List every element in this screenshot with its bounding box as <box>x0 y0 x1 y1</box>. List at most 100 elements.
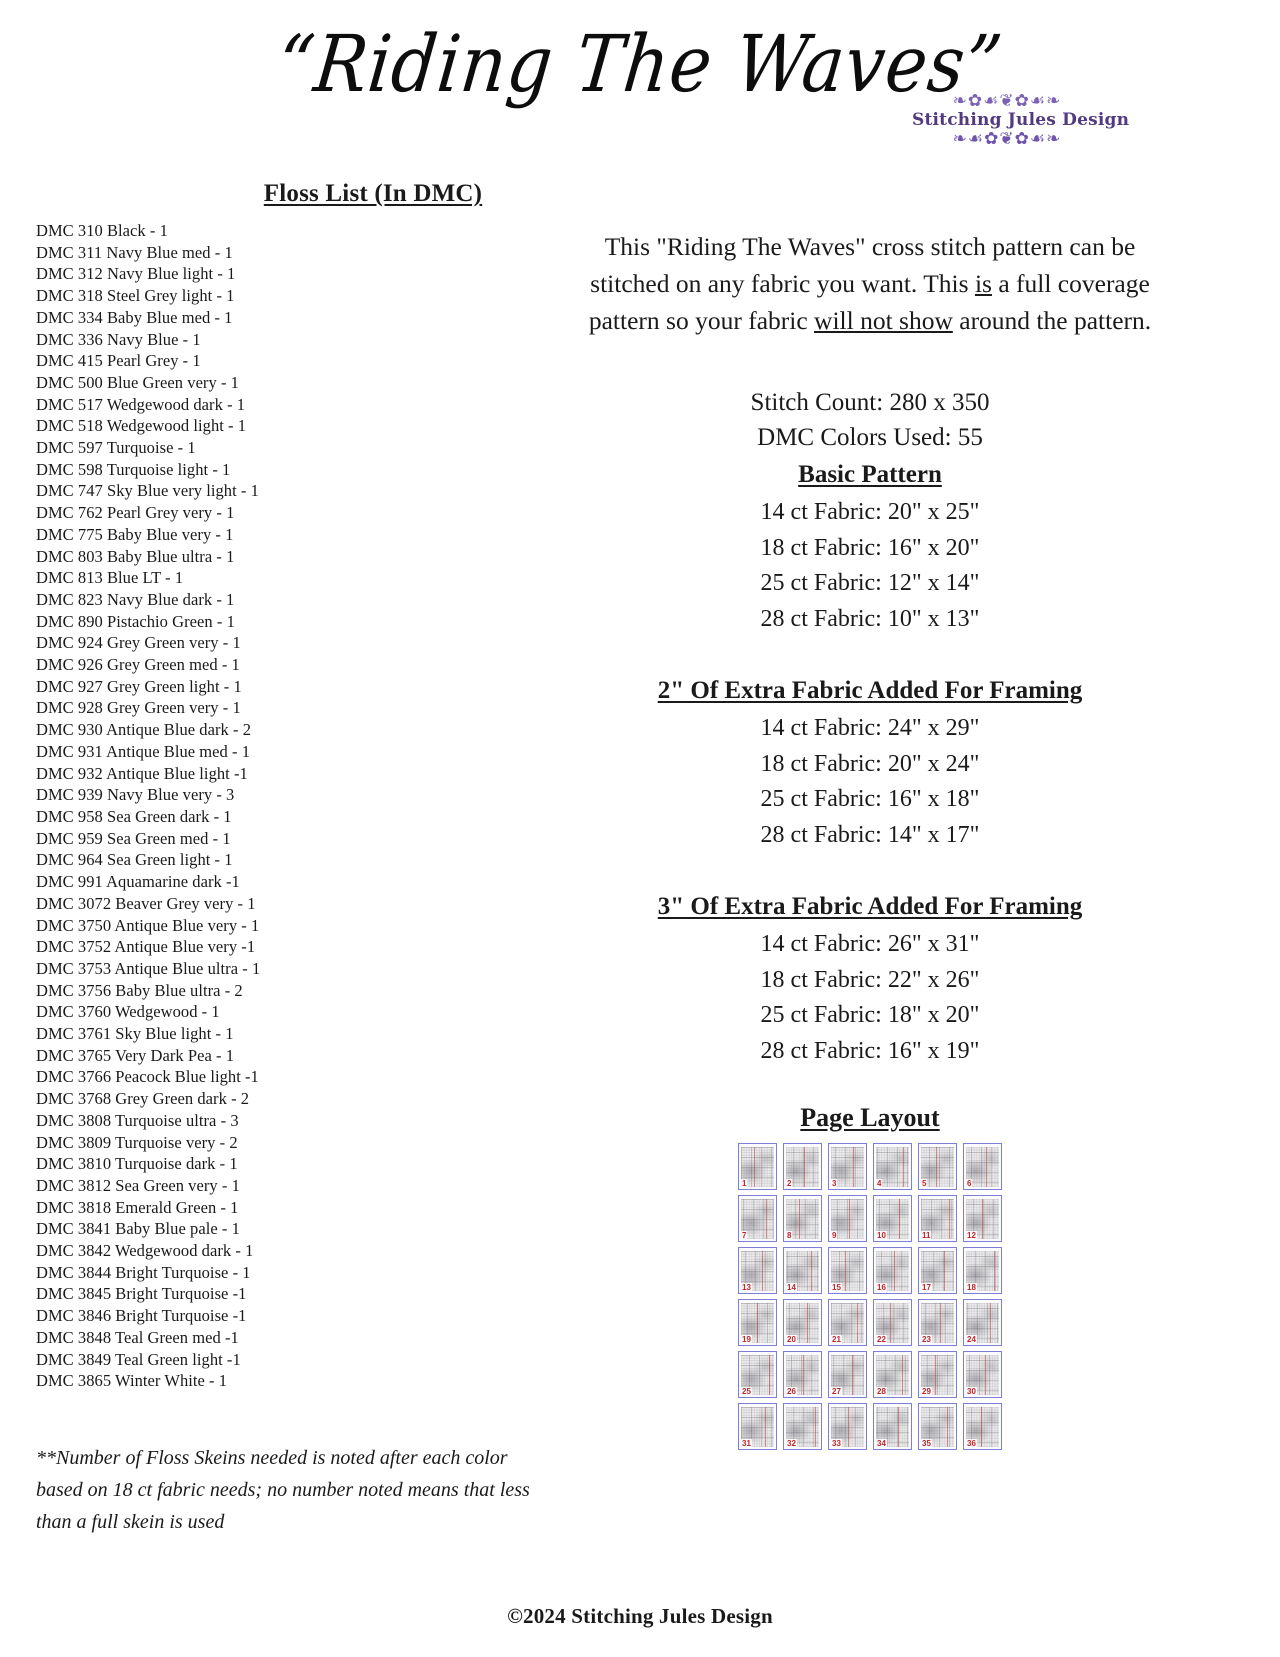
thumbnail-center-guide <box>844 1251 846 1291</box>
page-number-label: 36 <box>966 1439 977 1448</box>
floss-list-item: DMC 3846 Bright Turquoise -1 <box>36 1306 247 1326</box>
floss-list-item: DMC 3845 Bright Turquoise -1 <box>36 1284 247 1304</box>
thumbnail-center-guide <box>993 1251 995 1291</box>
floss-list-item: DMC 3765 Very Dark Pea - 1 <box>36 1045 235 1065</box>
thumbnail-center-guide <box>894 1251 896 1291</box>
thumbnail-center-guide <box>814 1407 816 1447</box>
page-thumbnail: 29 <box>918 1351 957 1398</box>
framing-2in-title: 2" Of Extra Fabric Added For Framing <box>657 677 1083 704</box>
floss-skein-note: **Number of Floss Skeins needed is noted… <box>36 1442 580 1538</box>
fabric-size-line: 18 ct Fabric: 16" x 20" <box>760 534 980 561</box>
page-thumbnail: 11 <box>918 1195 957 1242</box>
page-thumbnail: 10 <box>873 1195 912 1242</box>
floss-list-item: DMC 3768 Grey Green dark - 2 <box>36 1089 250 1109</box>
page-number-label: 14 <box>786 1283 797 1292</box>
floss-list-item: DMC 3752 Antique Blue very -1 <box>36 937 256 957</box>
flourish-ornament-icon: ❧✿☙❦✿☙❧ <box>952 92 1062 110</box>
flourish-ornament-bottom-icon: ❧☙✿❦✿☙❧ <box>952 130 1062 148</box>
floss-list-item: DMC 747 Sky Blue very light - 1 <box>36 481 259 501</box>
floss-list-item: DMC 3842 Wedgewood dark - 1 <box>36 1241 254 1261</box>
page-number-label: 29 <box>921 1387 932 1396</box>
thumbnail-center-guide <box>986 1147 988 1187</box>
thumbnail-center-guide <box>753 1147 755 1187</box>
framing-3in-sizes: 14 ct Fabric: 26" x 31" 18 ct Fabric: 22"… <box>580 927 1160 1069</box>
page-number-label: 19 <box>741 1335 752 1344</box>
floss-list-item: DMC 3750 Antique Blue very - 1 <box>36 915 260 935</box>
page-number-label: 31 <box>741 1439 752 1448</box>
floss-list-item: DMC 517 Wedgewood dark - 1 <box>36 394 246 414</box>
floss-list-column: Floss List (In DMC) DMC 310 Black - 1 DMC… <box>0 180 580 1538</box>
floss-list-item: DMC 3760 Wedgewood - 1 <box>36 1002 220 1022</box>
floss-list-item: DMC 964 Sea Green light - 1 <box>36 850 233 870</box>
floss-list-item: DMC 3865 Winter White - 1 <box>36 1371 228 1391</box>
description-emphasis-is: is <box>974 269 992 298</box>
page-number-label: 32 <box>786 1439 797 1448</box>
floss-list-item: DMC 3812 Sea Green very - 1 <box>36 1175 240 1195</box>
thumbnail-center-guide <box>989 1303 991 1343</box>
floss-note-line-3: than a full skein is used <box>36 1510 225 1533</box>
floss-list-item: DMC 318 Steel Grey light - 1 <box>36 286 235 306</box>
page-thumbnail: 5 <box>918 1143 957 1190</box>
thumbnail-center-guide <box>852 1355 854 1395</box>
page-thumbnail: 25 <box>738 1351 777 1398</box>
page-thumbnail: 9 <box>828 1195 867 1242</box>
document-header: “Riding The Waves” ❧✿☙❦✿☙❧ Stitching Jul… <box>0 0 1280 180</box>
thumbnail-center-guide <box>757 1303 759 1343</box>
floss-list-item: DMC 311 Navy Blue med - 1 <box>36 242 233 262</box>
fabric-size-line: 28 ct Fabric: 16" x 19" <box>760 1037 980 1064</box>
floss-list-item: DMC 3072 Beaver Grey very - 1 <box>36 893 256 913</box>
floss-list-item: DMC 310 Black - 1 <box>36 221 168 240</box>
page-thumbnail: 7 <box>738 1195 777 1242</box>
page-thumbnail: 36 <box>963 1403 1002 1450</box>
floss-list-item: DMC 336 Navy Blue - 1 <box>36 329 201 349</box>
floss-list-item: DMC 500 Blue Green very - 1 <box>36 372 239 392</box>
floss-note-line-1: **Number of Floss Skeins needed is noted… <box>36 1446 508 1469</box>
page-thumbnail: 27 <box>828 1351 867 1398</box>
page-thumbnail: 21 <box>828 1299 867 1346</box>
page-thumbnail: 32 <box>783 1403 822 1450</box>
thumbnail-center-guide <box>848 1199 850 1239</box>
page-thumbnail: 30 <box>963 1351 1002 1398</box>
page-number-label: 17 <box>921 1283 932 1292</box>
thumbnail-center-guide <box>935 1355 937 1395</box>
basic-pattern-sizes: 14 ct Fabric: 20" x 25" 18 ct Fabric: 16"… <box>580 495 1160 637</box>
thumbnail-center-guide <box>939 1303 941 1343</box>
page-layout-title: Page Layout <box>800 1103 940 1132</box>
page-number-label: 24 <box>966 1335 977 1344</box>
copyright-footer: ©2024 Stitching Jules Design <box>507 1604 773 1628</box>
description-emphasis-will-not-show: will not show <box>814 306 953 335</box>
floss-list-item: DMC 312 Navy Blue light - 1 <box>36 264 236 284</box>
floss-list-item: DMC 3753 Antique Blue ultra - 1 <box>36 958 261 978</box>
page-number-label: 34 <box>876 1439 887 1448</box>
thumbnail-center-guide <box>898 1199 900 1239</box>
floss-list-item: DMC 890 Pistachio Green - 1 <box>36 611 235 631</box>
thumbnail-center-guide <box>897 1407 899 1447</box>
page-number-label: 33 <box>831 1439 842 1448</box>
thumbnail-center-guide <box>936 1147 938 1187</box>
thumbnail-center-guide <box>853 1147 855 1187</box>
thumbnail-center-guide <box>847 1407 849 1447</box>
page-thumbnail: 14 <box>783 1247 822 1294</box>
details-column: This "Riding The Waves" cross stitch pat… <box>580 180 1280 1450</box>
page-number-label: 1 <box>741 1179 748 1188</box>
page-number-label: 21 <box>831 1335 842 1344</box>
thumbnail-center-guide <box>947 1407 949 1447</box>
thumbnail-center-guide <box>948 1199 950 1239</box>
fabric-size-line: 14 ct Fabric: 26" x 31" <box>760 931 980 957</box>
page-number-label: 6 <box>966 1179 973 1188</box>
floss-list-item: DMC 775 Baby Blue very - 1 <box>36 524 234 544</box>
fabric-size-line: 18 ct Fabric: 22" x 26" <box>760 966 980 993</box>
page-thumbnail: 18 <box>963 1247 1002 1294</box>
page-thumbnail: 17 <box>918 1247 957 1294</box>
brand-name: Stitching Jules Design <box>912 110 1130 130</box>
floss-list: DMC 310 Black - 1 DMC 311 Navy Blue med -… <box>36 220 580 1392</box>
floss-note-line-2: based on 18 ct fabric needs; no number n… <box>36 1478 530 1501</box>
thumbnail-center-guide <box>764 1407 766 1447</box>
page-thumbnail: 12 <box>963 1195 1002 1242</box>
fabric-size-line: 18 ct Fabric: 20" x 24" <box>760 750 980 777</box>
floss-list-item: DMC 813 Blue LT - 1 <box>36 568 184 588</box>
page-number-label: 7 <box>741 1231 748 1240</box>
page-number-label: 8 <box>786 1231 793 1240</box>
thumbnail-center-guide <box>769 1355 771 1395</box>
page-number-label: 9 <box>831 1231 838 1240</box>
